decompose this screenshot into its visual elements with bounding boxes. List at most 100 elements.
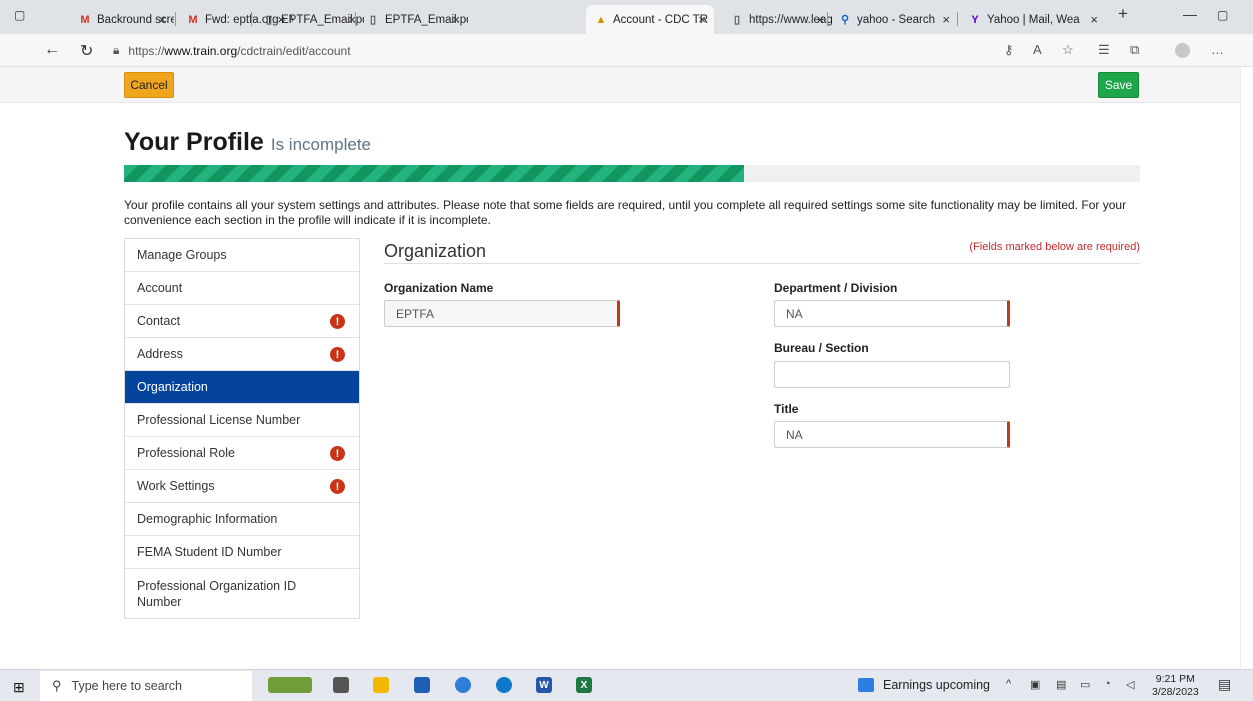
back-button[interactable]: ← (44, 41, 60, 59)
sidebar-item[interactable]: Work Settings! (125, 470, 359, 503)
required-note: (Fields marked below are required) (969, 241, 1140, 253)
department-label: Department / Division (774, 281, 898, 295)
page-scrollbar[interactable] (1240, 67, 1253, 669)
sidebar-item-label: Demographic Information (137, 512, 278, 526)
sidebar-item-label: Manage Groups (137, 248, 227, 262)
sidebar-item[interactable]: Organization (125, 371, 359, 404)
tab-separator (175, 12, 176, 26)
search-icon: ⚲ (840, 14, 850, 26)
sidebar-item-label: Professional Organization ID Number (137, 578, 297, 609)
url-host: www.train.org (164, 43, 238, 58)
battery-icon[interactable]: ▭ (1080, 678, 1090, 691)
close-tab-icon[interactable]: × (942, 12, 950, 27)
tab-separator (957, 12, 958, 26)
save-button[interactable]: Save (1098, 72, 1139, 98)
favorites-icon[interactable]: ☰ (1098, 42, 1110, 58)
tab-actions-icon[interactable]: ▢ (14, 8, 25, 22)
progress-fill (124, 165, 744, 182)
close-tab-icon[interactable]: × (452, 12, 460, 27)
warning-icon: ! (330, 446, 345, 461)
edge-legacy-icon[interactable] (455, 677, 471, 693)
maximize-button[interactable]: ▢ (1217, 8, 1228, 22)
browser-tab[interactable]: Y Yahoo | Mail, Wea × (960, 5, 1106, 34)
page-content: Cancel Save Your Profile Is incomplete Y… (0, 67, 1240, 669)
profile-avatar[interactable] (1175, 43, 1190, 58)
sidebar-item[interactable]: Address! (125, 338, 359, 371)
gmail-icon: M (188, 13, 198, 26)
search-highlight-icon[interactable] (268, 677, 312, 693)
browser-tab[interactable]: ▯ EPTFA_Email.pdf × (254, 5, 364, 34)
url-field[interactable]: 🔒︎ https://www.train.org/cdctrain/edit/a… (113, 38, 993, 63)
task-view-icon[interactable] (333, 677, 349, 693)
notifications-icon[interactable]: ▤ (1218, 676, 1231, 693)
favorite-star-icon[interactable]: ☆ (1062, 42, 1074, 58)
edge-icon[interactable] (496, 677, 512, 693)
clock[interactable]: 9:21 PM 3/28/2023 (1152, 673, 1199, 699)
sidebar-item[interactable]: Demographic Information (125, 503, 359, 536)
browser-tab[interactable]: ⚲ yahoo - Search × (830, 5, 958, 34)
meet-now-icon[interactable]: ▤ (1056, 678, 1066, 691)
bureau-input[interactable] (774, 361, 1010, 388)
lock-icon: 🔒︎ (113, 43, 120, 57)
taskbar-search-box[interactable]: ⚲ Type here to search (40, 671, 252, 701)
address-bar-row: ← ↻ 🔒︎ https://www.train.org/cdctrain/ed… (0, 34, 1253, 67)
browser-tab[interactable]: ▯ https://www.leagu × (722, 5, 832, 34)
store-icon[interactable] (414, 677, 430, 693)
sidebar-item[interactable]: Manage Groups (125, 239, 359, 272)
sidebar-item-label: Work Settings (137, 479, 215, 493)
action-bar: Cancel Save (0, 67, 1240, 103)
section-title: Organization (384, 241, 487, 261)
excel-icon[interactable]: X (576, 677, 592, 693)
browser-tab[interactable]: MBackround screen× (70, 5, 174, 34)
title-label: Title (774, 402, 799, 416)
browser-tab-strip: ▢ MBackround screen×MFwd: eptfa.org - M×… (0, 0, 1253, 34)
refresh-button[interactable]: ↻ (80, 41, 93, 61)
wifi-icon[interactable]: ◔ (1104, 678, 1111, 690)
close-tab-icon[interactable]: × (1090, 12, 1098, 27)
minimize-button[interactable]: — (1183, 6, 1197, 22)
department-input[interactable]: NA (774, 300, 1010, 327)
windows-start-icon[interactable]: ⊞ (13, 679, 25, 696)
news-widget[interactable]: Earnings upcoming (858, 678, 990, 692)
browser-tab[interactable]: ▯ EPTFA_Email.pdf × (358, 5, 468, 34)
sidebar-item[interactable]: Professional Role! (125, 437, 359, 470)
close-tab-icon[interactable]: × (816, 12, 824, 27)
page-title: Your Profile Is incomplete (124, 128, 371, 157)
new-tab-button[interactable]: + (1118, 4, 1128, 24)
sidebar-item[interactable]: Contact! (125, 305, 359, 338)
word-icon[interactable]: W (536, 677, 552, 693)
document-icon: ▯ (369, 14, 377, 26)
sidebar-item-label: Organization (137, 380, 208, 394)
gmail-icon: M (80, 13, 90, 26)
taskbar-search-placeholder: Type here to search (71, 679, 183, 693)
warning-icon: ! (330, 347, 345, 362)
browser-tab[interactable]: ▲ Account - CDC TR × (586, 5, 714, 34)
collections-icon[interactable]: ⧉ (1130, 42, 1139, 58)
warning-icon: ! (330, 479, 345, 494)
news-icon (858, 678, 874, 692)
read-aloud-icon[interactable]: A (1033, 42, 1042, 57)
title-input[interactable]: NA (774, 421, 1010, 448)
volume-icon[interactable]: ◁ (1126, 678, 1134, 691)
org-name-label: Organization Name (384, 281, 494, 295)
url-path: /cdctrain/edit/account (237, 43, 351, 58)
tab-separator (827, 12, 828, 26)
file-explorer-icon[interactable] (373, 677, 389, 693)
sidebar-item[interactable]: FEMA Student ID Number (125, 536, 359, 569)
sidebar-item[interactable]: Account (125, 272, 359, 305)
close-tab-icon[interactable]: × (698, 12, 706, 27)
sidebar-item[interactable]: Professional License Number (125, 404, 359, 437)
sidebar-item-label: Professional License Number (137, 413, 301, 427)
tray-overflow-icon[interactable]: ^ (1006, 678, 1011, 690)
clock-date: 3/28/2023 (1152, 686, 1199, 698)
sidebar-item[interactable]: Professional Organization ID Number (125, 569, 359, 618)
close-tab-icon[interactable]: × (158, 12, 166, 27)
tray-app-icon[interactable]: ▣ (1030, 678, 1040, 691)
cancel-button[interactable]: Cancel (124, 72, 174, 98)
profile-intro-text: Your profile contains all your system se… (124, 198, 1127, 227)
warning-icon: ! (330, 314, 345, 329)
taskbar: ⊞ ⚲ Type here to search W X Earnings upc… (0, 669, 1253, 701)
org-name-input[interactable]: EPTFA (384, 300, 620, 327)
more-menu-icon[interactable]: … (1211, 42, 1224, 57)
key-icon[interactable]: ⚷ (1004, 42, 1014, 58)
